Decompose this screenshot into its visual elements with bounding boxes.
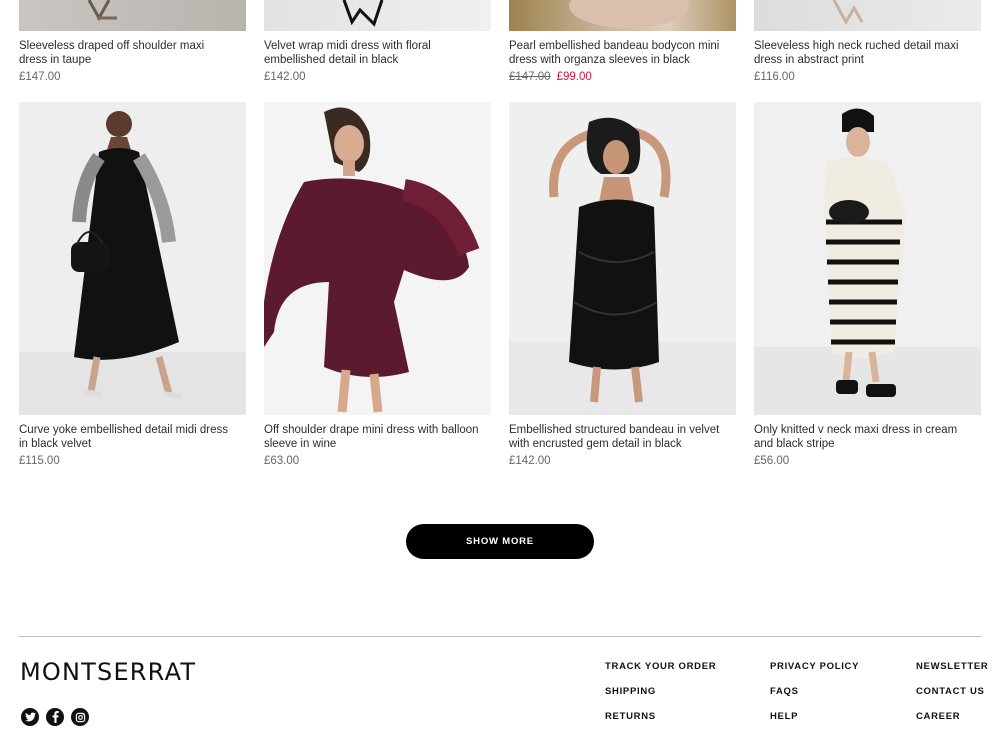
product-image[interactable]: [264, 102, 491, 415]
product-price: £56.00: [754, 455, 790, 467]
footer-column-company: NEWSLETTER CONTACT US CAREER: [916, 660, 988, 735]
social-links: [21, 708, 89, 726]
product-price: £116.00: [754, 71, 795, 83]
footer-divider: [19, 636, 981, 637]
product-card[interactable]: Sleeveless draped off shoulder maxi dres…: [19, 0, 246, 84]
product-image[interactable]: [19, 102, 246, 415]
footer-link-returns[interactable]: RETURNS: [605, 710, 716, 735]
footer-column-info: PRIVACY POLICY FAQS HELP: [770, 660, 859, 735]
product-title[interactable]: Sleeveless draped off shoulder maxi dres…: [19, 40, 234, 67]
original-price: £147.00: [509, 71, 551, 83]
product-image[interactable]: [754, 0, 981, 31]
product-title[interactable]: Off shoulder drape mini dress with ballo…: [264, 424, 479, 451]
footer-link-faqs[interactable]: FAQS: [770, 685, 859, 710]
facebook-icon[interactable]: [46, 708, 64, 726]
product-title[interactable]: Curve yoke embellished detail midi dress…: [19, 424, 234, 451]
product-image[interactable]: [754, 102, 981, 415]
footer-column-orders: TRACK YOUR ORDER SHIPPING RETURNS: [605, 660, 716, 735]
product-price: £63.00: [264, 455, 300, 467]
footer-link-contact-us[interactable]: CONTACT US: [916, 685, 988, 710]
product-price: £115.00: [19, 455, 60, 467]
product-price: £147.00: [19, 71, 61, 83]
footer-link-career[interactable]: CAREER: [916, 710, 988, 735]
product-card[interactable]: Curve yoke embellished detail midi dress…: [19, 102, 246, 468]
product-card[interactable]: Pearl embellished bandeau bodycon mini d…: [509, 0, 736, 84]
product-card[interactable]: Velvet wrap midi dress with floral embel…: [264, 0, 491, 84]
footer-link-help[interactable]: HELP: [770, 710, 859, 735]
product-image[interactable]: [264, 0, 491, 31]
product-title[interactable]: Sleeveless high neck ruched detail maxi …: [754, 40, 969, 67]
product-card[interactable]: Off shoulder drape mini dress with ballo…: [264, 102, 491, 468]
product-image[interactable]: [19, 0, 246, 31]
footer-link-privacy-policy[interactable]: PRIVACY POLICY: [770, 660, 859, 685]
product-image[interactable]: [509, 0, 736, 31]
instagram-icon[interactable]: [71, 708, 89, 726]
product-title[interactable]: Velvet wrap midi dress with floral embel…: [264, 40, 479, 67]
product-title[interactable]: Embellished structured bandeau in velvet…: [509, 424, 724, 451]
product-price: £142.00: [264, 71, 306, 83]
footer-link-track-order[interactable]: TRACK YOUR ORDER: [605, 660, 716, 685]
sale-price: £99.00: [556, 71, 592, 83]
product-card[interactable]: Sleeveless high neck ruched detail maxi …: [754, 0, 981, 84]
product-title[interactable]: Pearl embellished bandeau bodycon mini d…: [509, 40, 724, 67]
footer-link-newsletter[interactable]: NEWSLETTER: [916, 660, 988, 685]
product-price: £147.00 £99.00: [509, 70, 736, 84]
footer-link-shipping[interactable]: SHIPPING: [605, 685, 716, 710]
product-price: £142.00: [509, 455, 551, 467]
footer-brand-logo[interactable]: MONTSERRAT: [20, 658, 196, 686]
twitter-icon[interactable]: [21, 708, 39, 726]
show-more-button[interactable]: SHOW MORE: [406, 524, 594, 559]
product-title[interactable]: Only knitted v neck maxi dress in cream …: [754, 424, 969, 451]
product-image[interactable]: [509, 102, 736, 415]
product-card[interactable]: Only knitted v neck maxi dress in cream …: [754, 102, 981, 468]
product-card[interactable]: Embellished structured bandeau in velvet…: [509, 102, 736, 468]
